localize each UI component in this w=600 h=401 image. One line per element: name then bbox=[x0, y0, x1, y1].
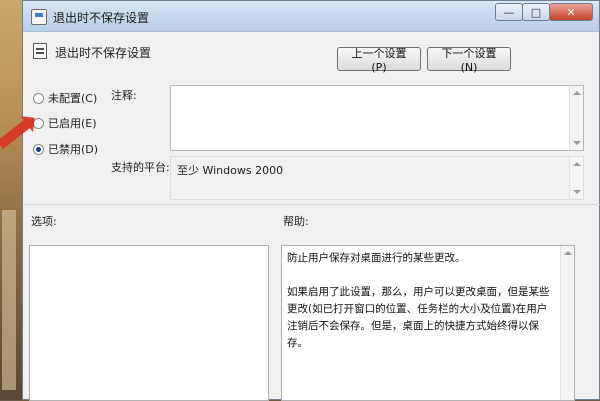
scroll-down-icon[interactable] bbox=[573, 190, 581, 194]
section-divider bbox=[23, 204, 600, 205]
watermark-url: jingyan.baidu.com bbox=[444, 365, 537, 376]
radio-label: 已禁用(D) bbox=[48, 143, 99, 156]
radio-disabled[interactable]: 已禁用(D) bbox=[33, 141, 98, 157]
window-controls: — □ ✕ bbox=[495, 3, 593, 21]
policy-window-icon bbox=[31, 9, 47, 25]
scroll-up-icon[interactable] bbox=[573, 162, 581, 166]
setting-title: 退出时不保存设置 bbox=[55, 46, 152, 60]
scroll-up-icon[interactable] bbox=[573, 91, 581, 95]
previous-setting-button[interactable]: 上一个设置(P) bbox=[337, 47, 421, 74]
comment-textarea[interactable] bbox=[170, 85, 584, 151]
window-title: 退出时不保存设置 bbox=[53, 11, 150, 25]
next-setting-button[interactable]: 下一个设置(N) bbox=[427, 47, 511, 74]
platform-field: 至少 Windows 2000 bbox=[170, 156, 584, 200]
help-paragraph: 防止用户保存对桌面进行的某些更改。 bbox=[287, 252, 466, 264]
platform-value: 至少 Windows 2000 bbox=[177, 164, 284, 177]
comment-scrollbar[interactable] bbox=[569, 86, 583, 150]
baidu-jingyan-watermark: Bai 经验 jingyan.baidu.com bbox=[444, 338, 536, 376]
comment-label: 注释: bbox=[111, 89, 137, 102]
options-label: 选项: bbox=[31, 215, 57, 228]
maximize-button[interactable]: □ bbox=[522, 3, 550, 21]
help-panel[interactable]: 防止用户保存对桌面进行的某些更改。 如果启用了此设置，那么，用户可以更改桌面，但… bbox=[281, 245, 575, 401]
platform-scrollbar[interactable] bbox=[569, 157, 583, 199]
title-bar[interactable]: 退出时不保存设置 — □ ✕ bbox=[23, 1, 599, 32]
setting-document-icon bbox=[33, 43, 47, 59]
radio-not-configured[interactable]: 未配置(C) bbox=[33, 90, 97, 106]
radio-button-selected[interactable] bbox=[33, 143, 44, 155]
help-scrollbar[interactable] bbox=[560, 246, 574, 400]
close-button[interactable]: ✕ bbox=[549, 3, 593, 21]
options-panel[interactable] bbox=[29, 245, 269, 401]
radio-label: 未配置(C) bbox=[48, 92, 98, 105]
platform-label: 支持的平台: bbox=[111, 161, 170, 174]
watermark-logo: Bai 经验 bbox=[444, 342, 527, 366]
minimize-button[interactable]: — bbox=[495, 3, 523, 21]
background-pillar bbox=[2, 210, 16, 390]
radio-label: 已启用(E) bbox=[48, 117, 97, 130]
scroll-up-icon[interactable] bbox=[564, 251, 572, 255]
radio-button[interactable] bbox=[33, 92, 44, 104]
scroll-down-icon[interactable] bbox=[573, 141, 581, 145]
help-label: 帮助: bbox=[283, 215, 309, 228]
radio-enabled[interactable]: 已启用(E) bbox=[33, 115, 97, 131]
